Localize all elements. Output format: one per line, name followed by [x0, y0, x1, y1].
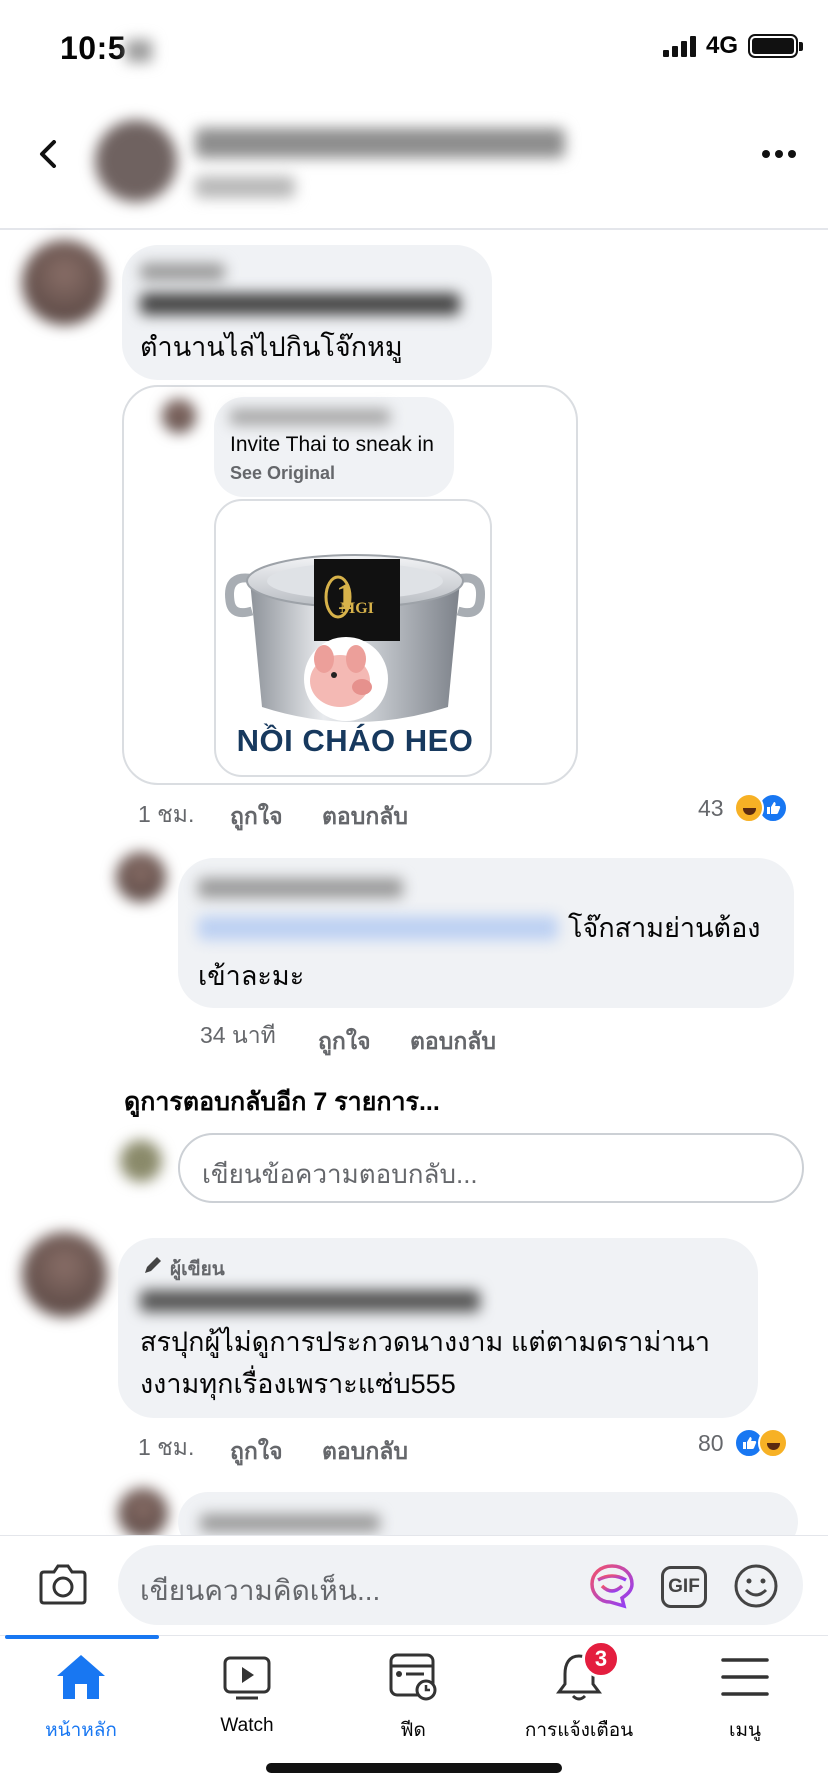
reaction-count: 80 — [698, 1429, 724, 1456]
tab-label: ฟีด — [400, 1720, 426, 1741]
home-indicator — [266, 1763, 562, 1773]
pencil-icon — [145, 1257, 161, 1273]
tab-label: เมนู — [728, 1720, 761, 1741]
view-more-replies-link[interactable]: ดูการตอบกลับอีก 7 รายการ... — [124, 1082, 440, 1122]
tab-menu[interactable]: เมนู — [670, 1652, 820, 1745]
reply-text-line2: เข้าละมะ — [198, 961, 305, 991]
emoji-icon[interactable] — [732, 1562, 780, 1610]
comment-time: 1 ชม. — [138, 801, 195, 827]
reply-avatar[interactable] — [116, 852, 166, 902]
mentioned-user[interactable] — [198, 916, 558, 940]
like-button[interactable]: ถูกใจ — [318, 1024, 371, 1060]
battery-icon — [748, 34, 803, 58]
reply-input[interactable]: เขียนข้อความตอบกลับ... — [178, 1133, 804, 1203]
tab-label: Watch — [220, 1715, 274, 1736]
comment-text: ตำนานไล่ไปกินโจ๊กหมู — [140, 332, 403, 362]
next-comment-avatar — [118, 1488, 168, 1538]
more-options-icon[interactable] — [762, 150, 796, 158]
comment-time: 1 ชม. — [138, 1434, 195, 1460]
comment-input-placeholder: เขียนความคิดเห็น... — [140, 1575, 381, 1606]
reply-button[interactable]: ตอบกลับ — [322, 799, 408, 835]
shared-author-name — [230, 409, 390, 425]
reply-input-placeholder: เขียนข้อความตอบกลับ... — [202, 1159, 478, 1189]
reply-button[interactable]: ตอบกลับ — [322, 1434, 408, 1470]
haha-reaction-icon — [757, 1428, 788, 1458]
reply-text-line1: โจ๊กสามย่านต้อง — [568, 913, 761, 943]
haha-reaction-icon — [733, 793, 764, 823]
pot-caption: NỒI CHÁO HEO — [236, 723, 474, 758]
reply-time: 34 นาที — [200, 1022, 276, 1048]
like-button[interactable]: ถูกใจ — [230, 1434, 283, 1470]
notification-badge: 3 — [582, 1640, 620, 1678]
shared-comment-bubble: Invite Thai to sneak in See Original — [214, 397, 454, 497]
header-author-name[interactable] — [195, 128, 565, 158]
camera-icon[interactable] — [38, 1562, 88, 1606]
comment-bubble: ผู้เขียน สรปุกผู้ไม่ดูการประกวดนางงาม แต… — [118, 1238, 758, 1418]
tab-label: การแจ้งเตือน — [524, 1720, 634, 1741]
shared-image[interactable]: MGI 1 NỒI CHÁO HEO — [214, 499, 492, 777]
reaction-summary[interactable]: 43 — [698, 793, 788, 823]
feed-icon — [389, 1653, 437, 1701]
see-original-link[interactable]: See Original — [230, 463, 335, 484]
comment-avatar[interactable] — [22, 1232, 107, 1317]
status-time: 10:5 — [60, 30, 153, 67]
comment-text-line1: สรปุกผู้ไม่ดูการประกวดนางงาม แต่ตามดราม่… — [140, 1327, 711, 1357]
own-avatar — [120, 1140, 162, 1182]
author-badge: ผู้เขียน — [170, 1259, 225, 1280]
shared-comment-card[interactable]: Invite Thai to sneak in See Original MGI… — [122, 385, 578, 785]
tab-watch[interactable]: Watch — [172, 1652, 322, 1737]
tab-feed[interactable]: ฟีด — [338, 1652, 488, 1745]
reaction-summary[interactable]: 80 — [698, 1428, 788, 1458]
status-indicators: 4G — [662, 32, 803, 60]
comment-text-line2: งงามทุกเรื่องเพราะแซ่บ555 — [140, 1369, 456, 1399]
watch-icon — [223, 1656, 271, 1700]
tab-notifications[interactable]: 3 การแจ้งเตือน — [504, 1640, 654, 1745]
author-badge — [140, 263, 225, 281]
next-comment-author — [200, 1514, 380, 1532]
avatar-sticker-icon[interactable] — [588, 1562, 636, 1610]
shared-comment-text: Invite Thai to sneak in — [230, 433, 434, 456]
menu-icon — [721, 1658, 769, 1696]
reply-author-name[interactable] — [198, 878, 403, 898]
tab-home[interactable]: หน้าหลัก — [6, 1652, 156, 1745]
signal-icon — [662, 35, 696, 57]
like-button[interactable]: ถูกใจ — [230, 799, 283, 835]
header-post-meta — [195, 176, 295, 198]
comment-bubble: ตำนานไล่ไปกินโจ๊กหมู — [122, 245, 492, 380]
network-label: 4G — [705, 32, 738, 59]
comment-author-name[interactable] — [140, 293, 460, 315]
reply-button[interactable]: ตอบกลับ — [410, 1024, 496, 1060]
shared-avatar — [162, 399, 196, 433]
tab-label: หน้าหลัก — [45, 1720, 117, 1741]
header-avatar[interactable] — [95, 120, 177, 202]
gif-button[interactable]: GIF — [661, 1566, 707, 1608]
back-arrow-icon[interactable] — [34, 140, 62, 168]
active-tab-indicator — [5, 1635, 159, 1639]
reaction-count: 43 — [698, 794, 724, 821]
reply-bubble: โจ๊กสามย่านต้อง เข้าละมะ — [178, 858, 794, 1008]
comment-author-name[interactable] — [140, 1290, 480, 1312]
comment-avatar[interactable] — [22, 240, 107, 325]
home-icon — [57, 1655, 105, 1699]
